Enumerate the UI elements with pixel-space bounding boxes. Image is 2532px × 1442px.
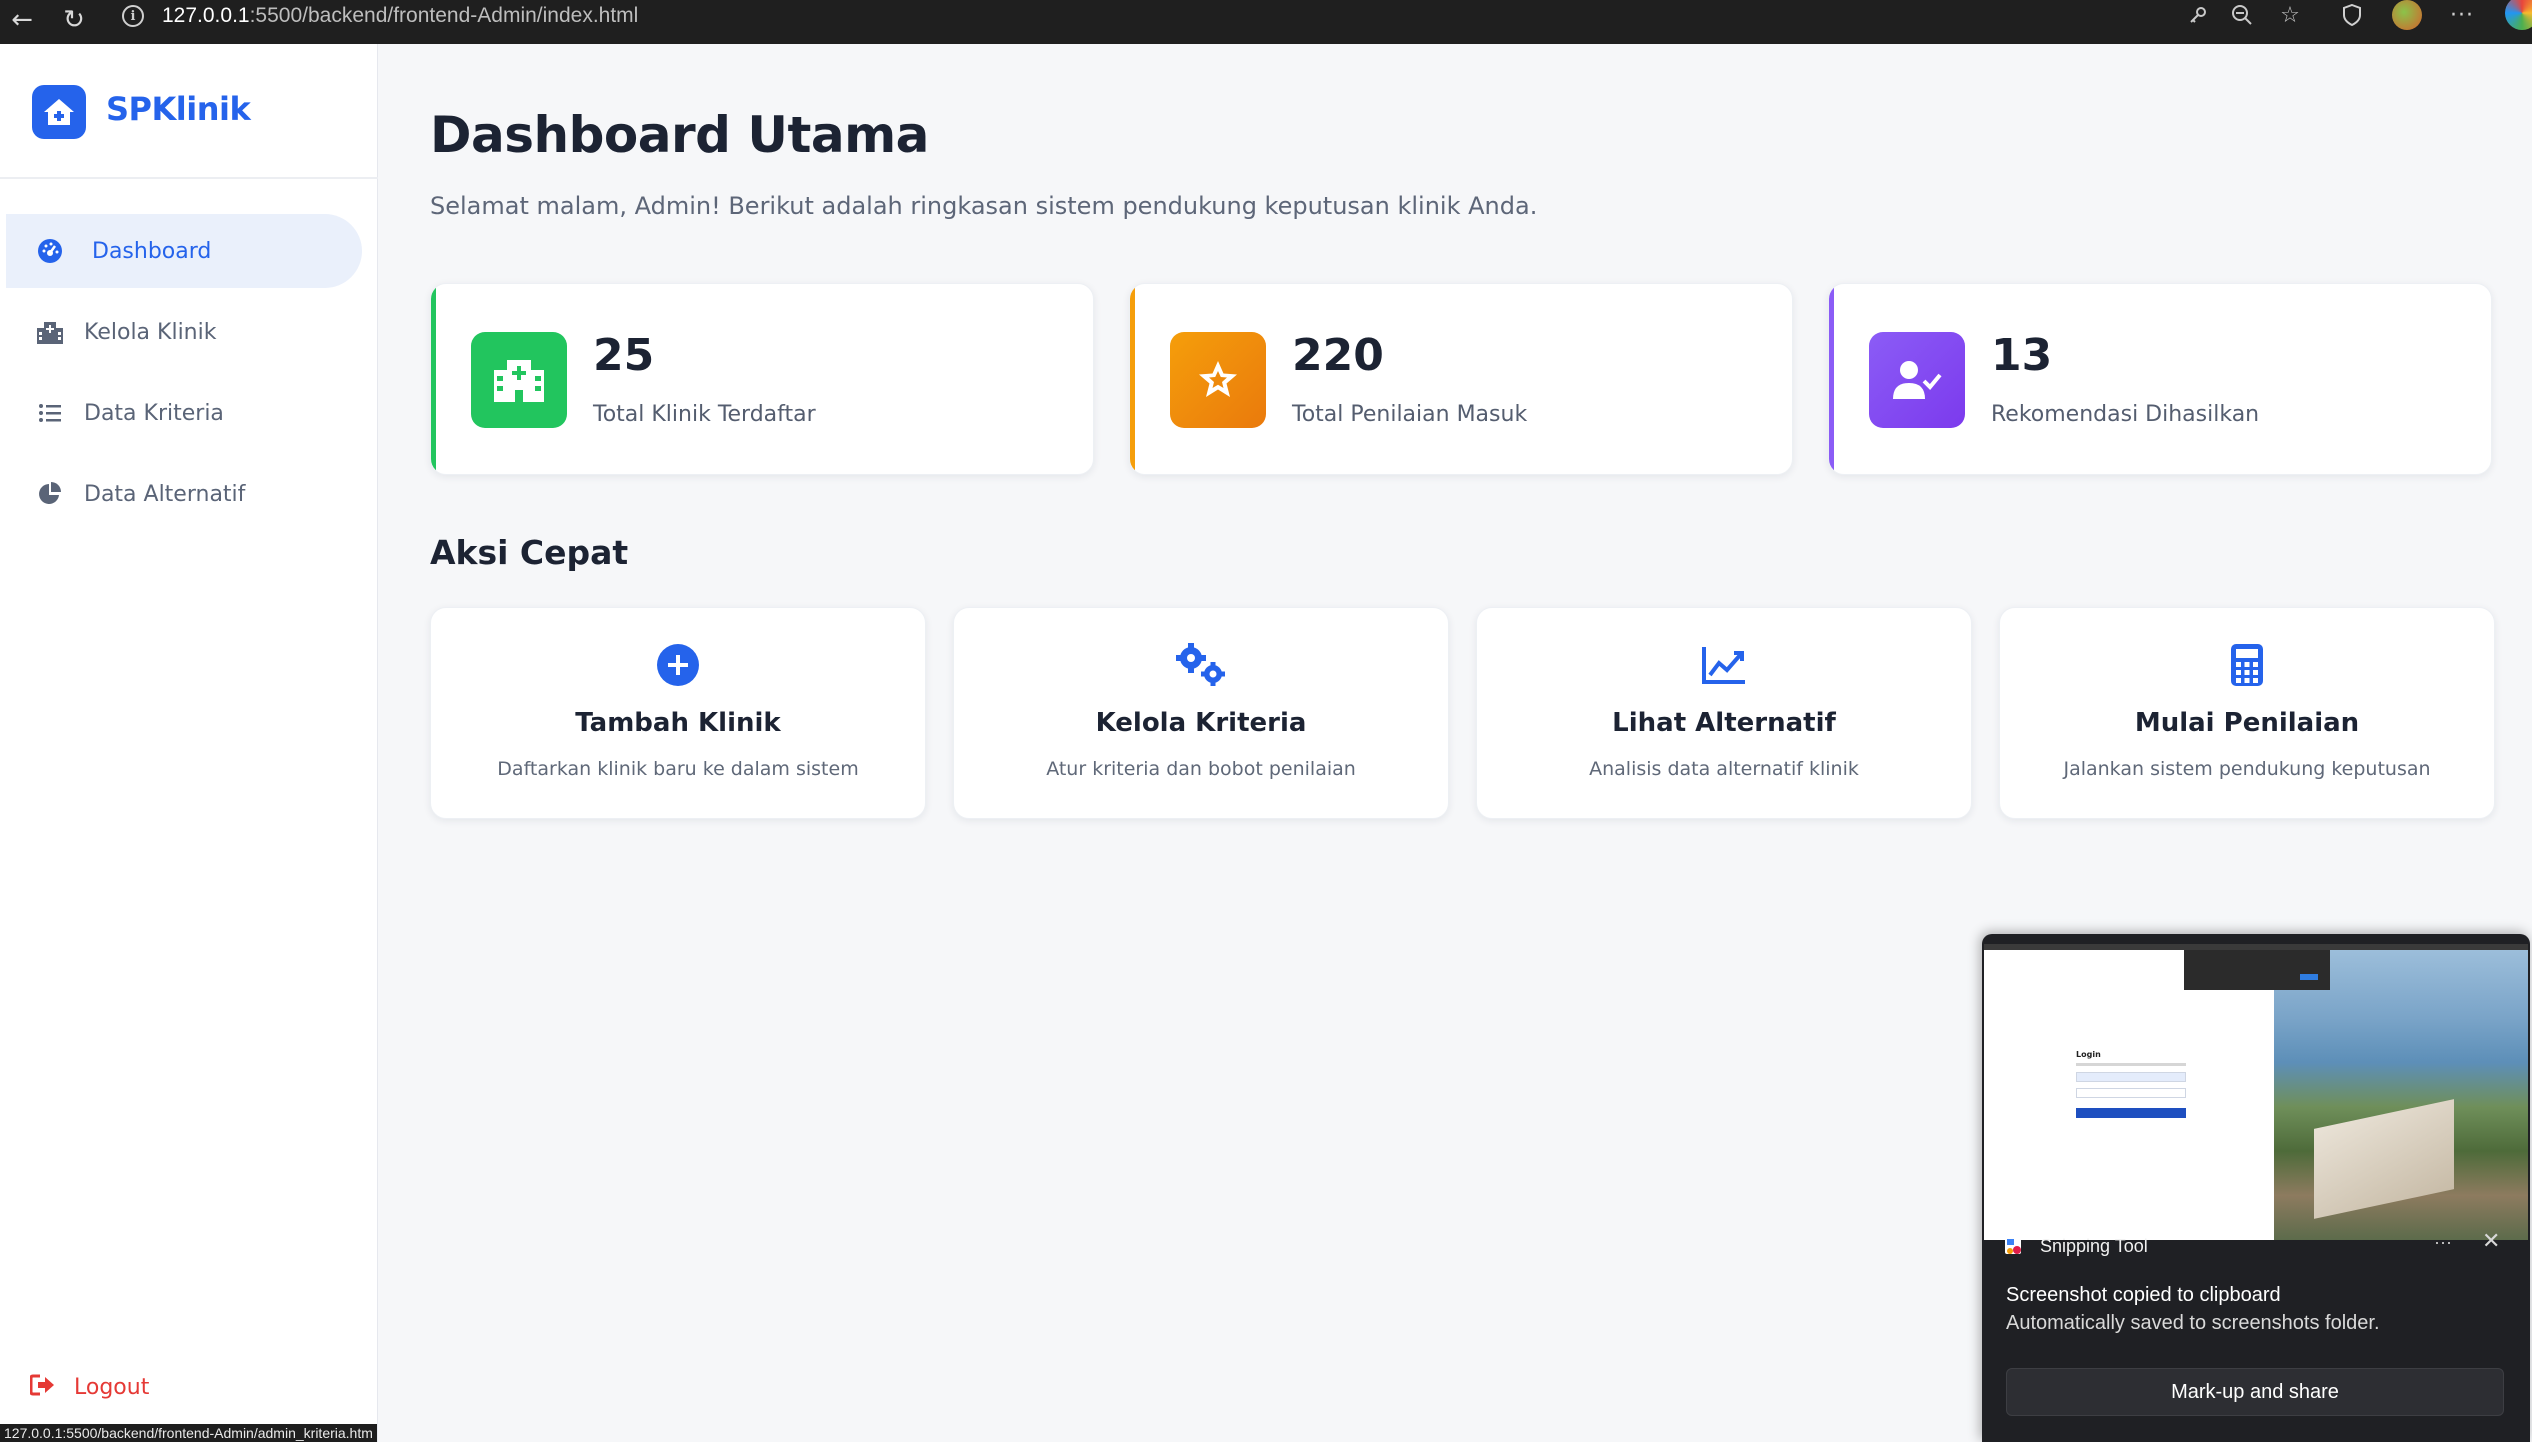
stat-card-klinik: 25 Total Klinik Terdaftar bbox=[430, 283, 1094, 475]
card-accent bbox=[1829, 284, 1834, 474]
quick-action-mulai-penilaian[interactable]: Mulai Penilaian Jalankan sistem pendukun… bbox=[1999, 607, 2495, 819]
snipping-tool-notification[interactable]: Login Snipping Tool ··· ✕ Screenshot cop… bbox=[1982, 934, 2530, 1442]
sidebar-item-data-kriteria[interactable]: Data Kriteria bbox=[6, 376, 362, 450]
quick-action-desc: Analisis data alternatif klinik bbox=[1589, 758, 1859, 780]
brand: SPKlinik bbox=[0, 44, 378, 179]
line-chart-icon bbox=[1477, 642, 1971, 688]
quick-action-title: Lihat Alternatif bbox=[1612, 708, 1836, 738]
stat-label: Total Klinik Terdaftar bbox=[593, 402, 816, 427]
address-bar[interactable]: i 127.0.0.1:5500/backend/frontend-Admin/… bbox=[112, 2, 2312, 30]
quick-action-tambah-klinik[interactable]: Tambah Klinik Daftarkan klinik baru ke d… bbox=[430, 607, 926, 819]
logout-label: Logout bbox=[74, 1374, 150, 1400]
stat-value: 13 bbox=[1991, 330, 2053, 381]
quick-action-desc: Atur kriteria dan bobot penilaian bbox=[1046, 758, 1356, 780]
list-icon bbox=[36, 399, 64, 427]
page-subtitle: Selamat malam, Admin! Berikut adalah rin… bbox=[430, 192, 1538, 220]
quick-action-title: Kelola Kriteria bbox=[1095, 708, 1307, 738]
plus-circle-icon bbox=[431, 642, 925, 688]
quick-action-desc: Daftarkan klinik baru ke dalam sistem bbox=[497, 758, 859, 780]
preview-popup bbox=[2184, 950, 2330, 990]
stat-label: Rekomendasi Dihasilkan bbox=[1991, 402, 2260, 427]
snipping-tool-icon bbox=[2004, 1235, 2024, 1257]
calculator-icon bbox=[2000, 642, 2494, 688]
sidebar-item-label: Dashboard bbox=[92, 238, 212, 264]
preview-login-title: Login bbox=[2076, 1050, 2101, 1059]
card-accent bbox=[1130, 284, 1135, 474]
more-options-icon[interactable]: ··· bbox=[2442, 0, 2482, 30]
toast-title: Screenshot copied to clipboard bbox=[2006, 1284, 2281, 1306]
favorite-star-icon[interactable]: ☆ bbox=[2270, 0, 2310, 30]
logout-button[interactable]: Logout bbox=[29, 1374, 150, 1400]
more-options-icon[interactable]: ··· bbox=[2434, 1232, 2452, 1253]
stat-value: 25 bbox=[593, 330, 655, 381]
mark-up-and-share-button[interactable]: Mark-up and share bbox=[2006, 1368, 2504, 1416]
browser-toolbar: ← ↻ i 127.0.0.1:5500/backend/frontend-Ad… bbox=[0, 0, 2532, 44]
shield-icon[interactable] bbox=[2332, 0, 2372, 30]
toast-header: Snipping Tool ··· ✕ bbox=[2004, 1226, 2514, 1266]
sidebar-item-label: Kelola Klinik bbox=[84, 319, 217, 345]
sign-out-icon bbox=[29, 1374, 56, 1400]
card-accent bbox=[431, 284, 436, 474]
section-title: Aksi Cepat bbox=[430, 533, 629, 572]
site-info-icon[interactable]: i bbox=[122, 5, 144, 27]
user-check-icon bbox=[1869, 332, 1965, 428]
toast-app-name: Snipping Tool bbox=[2040, 1235, 2148, 1256]
hospital-icon bbox=[36, 318, 64, 346]
sidebar-item-label: Data Alternatif bbox=[84, 481, 246, 507]
sidebar: SPKlinik Dashboard Kelola Klinik Data Kr… bbox=[0, 44, 378, 1442]
sidebar-item-data-alternatif[interactable]: Data Alternatif bbox=[6, 457, 362, 531]
pie-chart-icon bbox=[36, 480, 64, 508]
quick-action-kelola-kriteria[interactable]: Kelola Kriteria Atur kriteria dan bobot … bbox=[953, 607, 1449, 819]
key-icon[interactable] bbox=[2178, 0, 2218, 30]
gauge-icon bbox=[36, 237, 64, 265]
url-text: 127.0.0.1:5500/backend/frontend-Admin/in… bbox=[162, 4, 639, 27]
hospital-icon bbox=[471, 332, 567, 428]
profile-avatar[interactable] bbox=[2390, 0, 2424, 30]
sidebar-item-dashboard[interactable]: Dashboard bbox=[6, 214, 362, 288]
zoom-out-icon[interactable] bbox=[2222, 0, 2262, 30]
edge-copilot-icon[interactable] bbox=[2505, 0, 2532, 30]
stat-card-rekomendasi: 13 Rekomendasi Dihasilkan bbox=[1828, 283, 2492, 475]
back-arrow-icon[interactable]: ← bbox=[2, 0, 42, 40]
quick-action-title: Tambah Klinik bbox=[575, 708, 781, 738]
quick-action-title: Mulai Penilaian bbox=[2134, 708, 2360, 738]
status-bar-url: 127.0.0.1:5500/backend/frontend-Admin/ad… bbox=[0, 1424, 377, 1442]
gears-icon bbox=[954, 642, 1448, 688]
stat-label: Total Penilaian Masuk bbox=[1292, 402, 1528, 427]
star-icon bbox=[1170, 332, 1266, 428]
brand-name[interactable]: SPKlinik bbox=[106, 90, 251, 128]
sidebar-item-label: Data Kriteria bbox=[84, 400, 224, 426]
stat-card-penilaian: 220 Total Penilaian Masuk bbox=[1129, 283, 1793, 475]
screenshot-preview[interactable]: Login bbox=[1984, 944, 2528, 1240]
sidebar-item-kelola-klinik[interactable]: Kelola Klinik bbox=[6, 295, 362, 369]
page-title: Dashboard Utama bbox=[430, 106, 929, 164]
quick-action-desc: Jalankan sistem pendukung keputusan bbox=[2063, 758, 2431, 780]
close-icon[interactable]: ✕ bbox=[2482, 1228, 2500, 1254]
preview-login-form: Login bbox=[2076, 1050, 2186, 1150]
clinic-house-icon bbox=[32, 85, 86, 139]
quick-action-lihat-alternatif[interactable]: Lihat Alternatif Analisis data alternati… bbox=[1476, 607, 1972, 819]
toast-body: Automatically saved to screenshots folde… bbox=[2006, 1312, 2380, 1334]
stat-value: 220 bbox=[1292, 330, 1384, 381]
reload-icon[interactable]: ↻ bbox=[54, 0, 94, 40]
